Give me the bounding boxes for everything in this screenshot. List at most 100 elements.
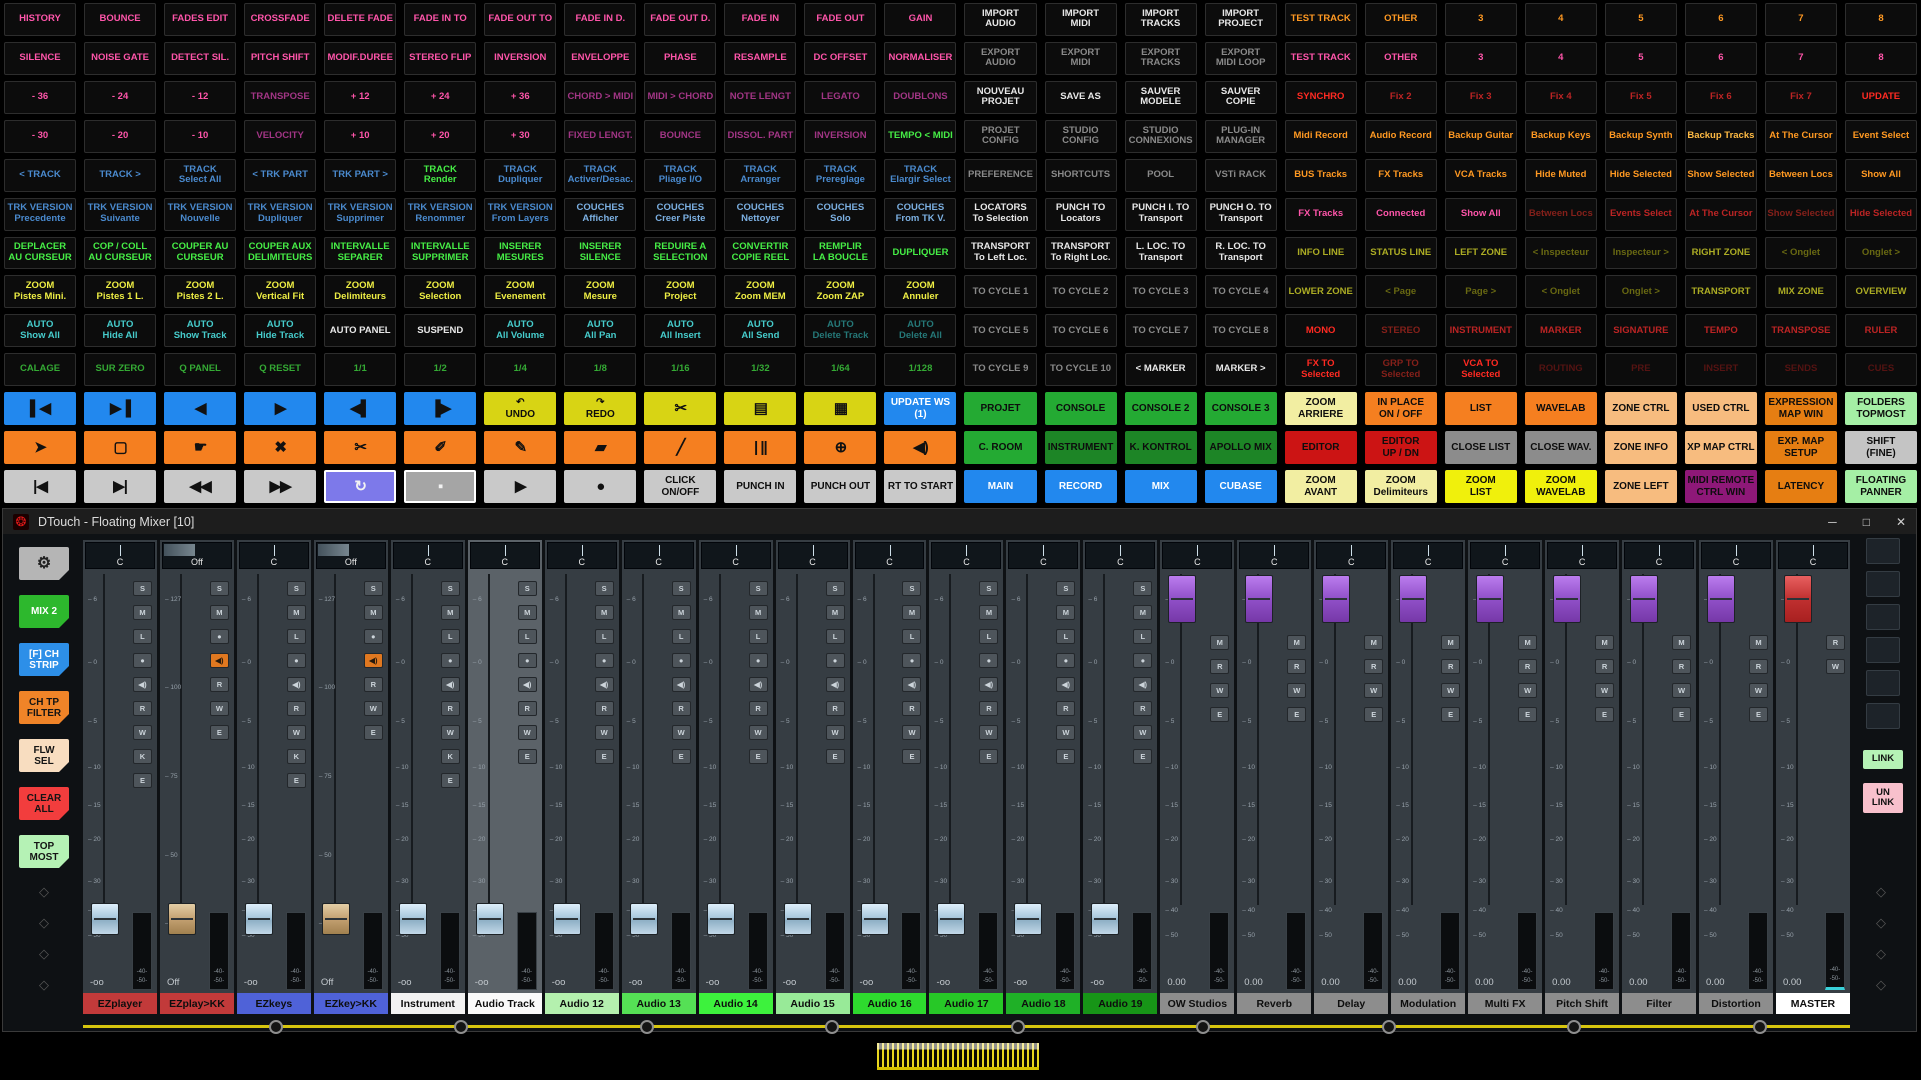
grid-button-r8-c8[interactable]: ZOOM Mesure (564, 275, 636, 308)
grid-button-r7-c22[interactable]: RIGHT ZONE (1685, 237, 1757, 270)
grid-button-r1-c19[interactable]: 3 (1445, 3, 1517, 36)
fader-handle[interactable] (1784, 575, 1812, 623)
pan-control[interactable]: C (1316, 542, 1386, 569)
grid-button-r4-c17[interactable]: Midi Record (1285, 120, 1357, 153)
mixer-tool-[f]-ch-strip[interactable]: [F] CH STRIP (19, 643, 69, 676)
grid-button-r8-c21[interactable]: Onglet > (1605, 275, 1677, 308)
grid-button-r12-c3[interactable]: ☛ (164, 431, 236, 464)
monitor-button[interactable]: ◀) (749, 677, 768, 692)
grid-button-r9-c5[interactable]: AUTO PANEL (324, 314, 396, 347)
grid-button-r6-c17[interactable]: FX Tracks (1285, 198, 1357, 231)
grid-button-r9-c9[interactable]: AUTO All Insert (644, 314, 716, 347)
fader-track[interactable] (1719, 574, 1721, 905)
record-arm-button[interactable]: ● (364, 629, 383, 644)
grid-button-r5-c4[interactable]: < TRK PART (244, 159, 316, 192)
grid-button-r2-c7[interactable]: INVERSION (484, 42, 556, 75)
grid-button-r12-c7[interactable]: ✎ (484, 431, 556, 464)
fader-handle[interactable] (1399, 575, 1427, 623)
grid-button-r12-c8[interactable]: ▰ (564, 431, 636, 464)
fader-track[interactable] (873, 574, 875, 905)
grid-button-r10-c20[interactable]: ROUTING (1525, 353, 1597, 386)
channel-name-label[interactable]: Audio 15 (776, 993, 850, 1014)
monitor-button[interactable]: ◀) (133, 677, 152, 692)
grid-button-r8-c6[interactable]: ZOOM Selection (404, 275, 476, 308)
mute-button[interactable]: M (364, 605, 383, 620)
grid-button-r6-c15[interactable]: PUNCH I. TO Transport (1125, 198, 1197, 231)
fader-handle[interactable] (1553, 575, 1581, 623)
grid-button-r4-c10[interactable]: DISSOL. PART (724, 120, 796, 153)
fader-handle[interactable] (1476, 575, 1504, 623)
mute-button[interactable]: M (979, 605, 998, 620)
listen-button[interactable]: L (979, 629, 998, 644)
grid-button-r12-c23[interactable]: EXP. MAP SETUP (1765, 431, 1837, 464)
fader-track[interactable] (949, 574, 951, 905)
mixer-tool-ch-tp-filter[interactable]: CH TP FILTER (19, 691, 69, 724)
grid-button-r1-c22[interactable]: 6 (1685, 3, 1757, 36)
grid-button-r7-c15[interactable]: L. LOC. TO Transport (1125, 237, 1197, 270)
fader-handle[interactable] (322, 903, 350, 935)
grid-button-r1-c18[interactable]: OTHER (1365, 3, 1437, 36)
pan-control[interactable]: C (1470, 542, 1540, 569)
write-automation-button[interactable]: W (672, 725, 691, 740)
grid-button-r7-c13[interactable]: TRANSPORT To Left Loc. (964, 237, 1036, 270)
solo-button[interactable]: S (979, 581, 998, 596)
blank-slot[interactable] (1866, 637, 1900, 663)
channel-name-label[interactable]: Audio Track (468, 993, 542, 1014)
grid-button-r3-c13[interactable]: NOUVEAU PROJET (964, 81, 1036, 114)
mute-button[interactable]: M (1056, 605, 1075, 620)
mute-button[interactable]: M (1210, 635, 1229, 650)
grid-button-r1-c17[interactable]: TEST TRACK (1285, 3, 1357, 36)
fader-handle[interactable] (1630, 575, 1658, 623)
grid-button-r9-c21[interactable]: SIGNATURE (1605, 314, 1677, 347)
fader-track[interactable] (334, 574, 336, 905)
grid-button-r8-c20[interactable]: < Onglet (1525, 275, 1597, 308)
grid-button-r5-c17[interactable]: BUS Tracks (1285, 159, 1357, 192)
grid-button-r1-c20[interactable]: 4 (1525, 3, 1597, 36)
channel-name-label[interactable]: Audio 18 (1006, 993, 1080, 1014)
fader-track[interactable] (719, 574, 721, 905)
grid-button-r5-c1[interactable]: < TRACK (4, 159, 76, 192)
grid-button-r5-c15[interactable]: POOL (1125, 159, 1197, 192)
grid-button-r2-c18[interactable]: OTHER (1365, 42, 1437, 75)
record-arm-button[interactable]: ● (672, 653, 691, 668)
pan-control[interactable]: C (855, 542, 925, 569)
edit-button[interactable]: E (518, 749, 537, 764)
grid-button-r5-c6[interactable]: TRACK Render (404, 159, 476, 192)
monitor-button[interactable]: ◀) (595, 677, 614, 692)
grid-button-r10-c19[interactable]: VCA TO Selected (1445, 353, 1517, 386)
solo-button[interactable]: S (287, 581, 306, 596)
grid-button-r2-c16[interactable]: EXPORT MIDI LOOP (1205, 42, 1277, 75)
fader-track[interactable] (1026, 574, 1028, 905)
read-automation-button[interactable]: R (595, 701, 614, 716)
pan-control[interactable]: C (931, 542, 1001, 569)
grid-button-r13-c5[interactable]: ↻ (324, 470, 396, 503)
grid-button-r12-c10[interactable]: | || (724, 431, 796, 464)
grid-button-r9-c12[interactable]: AUTO Delete All (884, 314, 956, 347)
grid-button-r4-c6[interactable]: + 20 (404, 120, 476, 153)
grid-button-r11-c9[interactable]: ✂ (644, 392, 716, 425)
fader-handle[interactable] (476, 903, 504, 935)
grid-button-r1-c11[interactable]: FADE OUT (804, 3, 876, 36)
channel-name-label[interactable]: EZplay>KK (160, 993, 234, 1014)
grid-button-r6-c19[interactable]: Show All (1445, 198, 1517, 231)
pan-control[interactable]: C (1778, 542, 1848, 569)
grid-button-r9-c22[interactable]: TEMPO (1685, 314, 1757, 347)
grid-button-r7-c17[interactable]: INFO LINE (1285, 237, 1357, 270)
mixer-tool-clear-all[interactable]: CLEAR ALL (19, 787, 69, 820)
grid-button-r11-c10[interactable]: ▤ (724, 392, 796, 425)
grid-button-r6-c11[interactable]: COUCHES Solo (804, 198, 876, 231)
solo-button[interactable]: S (749, 581, 768, 596)
read-automation-button[interactable]: R (210, 677, 229, 692)
grid-button-r1-c7[interactable]: FADE OUT TO (484, 3, 556, 36)
fader-track[interactable] (411, 574, 413, 905)
fader-handle[interactable] (91, 903, 119, 935)
monitor-button[interactable]: ◀) (1056, 677, 1075, 692)
grid-button-r3-c1[interactable]: - 36 (4, 81, 76, 114)
mute-button[interactable]: M (1441, 635, 1460, 650)
record-arm-button[interactable]: ● (441, 653, 460, 668)
channel-name-label[interactable]: Audio 19 (1083, 993, 1157, 1014)
grid-button-r6-c22[interactable]: At The Cursor (1685, 198, 1757, 231)
edit-button[interactable]: E (133, 773, 152, 788)
listen-button[interactable]: L (518, 629, 537, 644)
pan-control[interactable]: C (393, 542, 463, 569)
